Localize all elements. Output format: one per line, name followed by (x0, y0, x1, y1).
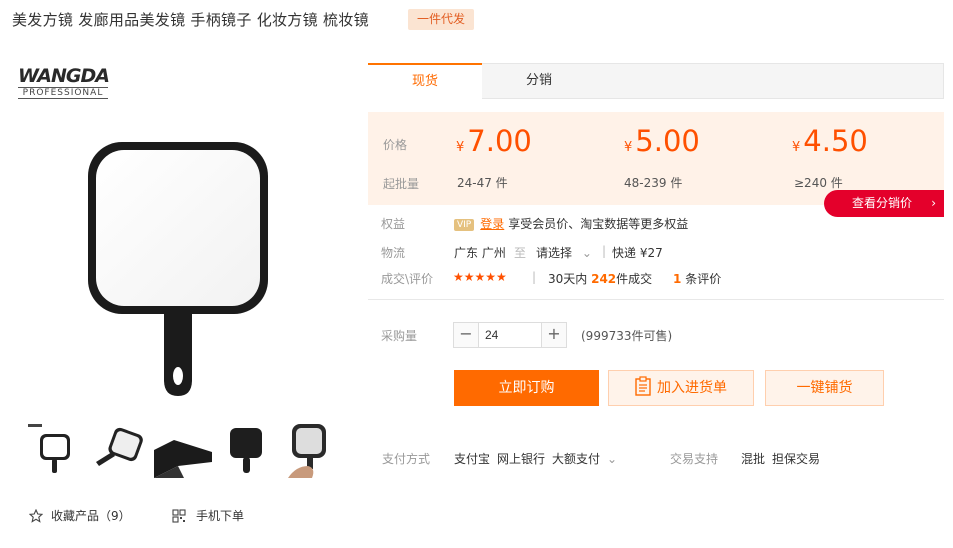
quantity-stepper: − + (453, 322, 567, 348)
destination-value: 请选择 (536, 246, 573, 260)
deals-count: 30天内 242件成交 (548, 270, 652, 287)
destination-select[interactable]: 请选择 ⌄ (536, 244, 592, 261)
view-distribution-price-label: 查看分销价 (852, 196, 913, 210)
main-product-image (80, 130, 280, 410)
add-to-cart-button[interactable]: 加入进货单 (608, 370, 754, 406)
order-now-button[interactable]: 立即订购 (454, 370, 599, 406)
rating-stars-icon: ★★★★★ (453, 270, 507, 284)
offer-tabs: 现货 分销 (368, 63, 944, 99)
logistics-label: 物流 (381, 246, 406, 260)
trade-support-items: 混批 担保交易 (741, 450, 827, 467)
thumbnail-strip (26, 422, 340, 480)
one-click-list-button[interactable]: 一键铺货 (765, 370, 884, 406)
price-tier-2: ¥5.00 (624, 124, 700, 158)
qty-tier-3: ≥240 件 (794, 176, 843, 190)
deals-prefix: 30天内 (548, 272, 588, 286)
mobile-order-label: 手机下单 (196, 509, 245, 523)
thumbnail-4[interactable] (218, 422, 276, 478)
deals-number: 242 (591, 272, 617, 286)
login-link[interactable]: 登录 (480, 217, 504, 231)
chevron-right-icon: › (931, 196, 936, 210)
thumbnail-2[interactable] (90, 422, 148, 478)
deals-suffix: 件成交 (616, 272, 653, 286)
qty-tier-1: 24-47 件 (457, 176, 508, 190)
favorite-label: 收藏产品（9） (51, 509, 131, 523)
moq-label: 起批量 (383, 177, 420, 191)
price-tier-1: ¥7.00 (456, 124, 532, 158)
currency-symbol: ¥ (624, 140, 633, 155)
vip-badge: VIP (454, 219, 475, 231)
order-now-label: 立即订购 (498, 380, 555, 396)
trade-support-label: 交易支持 (670, 452, 719, 466)
trade-item-mixed: 混批 (741, 452, 766, 466)
express-fee: 快递 ¥27 (612, 246, 663, 260)
payment-methods: 支付宝 网上银行 大额支付 ⌄ (454, 450, 624, 467)
add-to-cart-label: 加入进货单 (657, 380, 727, 396)
price-value: 4.50 (803, 124, 868, 158)
review-number: 1 (673, 272, 682, 286)
tab-distribution[interactable]: 分销 (482, 64, 596, 100)
mobile-order-button[interactable]: 手机下单 (172, 507, 244, 524)
price-label: 价格 (383, 138, 408, 152)
thumbnail-3[interactable] (154, 422, 212, 478)
star-outline-icon (29, 508, 43, 523)
qr-code-icon (172, 508, 186, 523)
dropship-tag[interactable]: 一件代发 (408, 9, 475, 30)
brand-logo: WANGDA PROFESSIONAL (18, 66, 114, 100)
logistics-divider: | (602, 244, 607, 258)
favorite-product-button[interactable]: 收藏产品（9） (29, 507, 131, 524)
available-stock: (999733件可售) (581, 329, 673, 343)
brand-logo-main: WANGDA (18, 65, 110, 87)
trade-item-guarantee: 担保交易 (772, 452, 821, 466)
quantity-input[interactable] (478, 323, 542, 347)
benefits-row: VIP 登录 享受会员价、淘宝数据等更多权益 (454, 215, 688, 232)
price-value: 5.00 (635, 124, 700, 158)
currency-symbol: ¥ (792, 140, 801, 155)
payment-method-alipay: 支付宝 (454, 452, 491, 466)
decrement-button[interactable]: − (454, 323, 478, 347)
one-click-list-label: 一键铺货 (796, 380, 853, 396)
divider (368, 299, 944, 300)
currency-symbol: ¥ (456, 140, 465, 155)
thumbnail-5[interactable] (282, 422, 340, 478)
payment-label: 支付方式 (382, 452, 431, 466)
tab-in-stock[interactable]: 现货 (368, 63, 482, 99)
qty-tier-2: 48-239 件 (624, 176, 683, 190)
logistics-origin: 广东 广州 (454, 246, 506, 260)
review-link[interactable]: 1 条评价 (673, 270, 721, 287)
deals-label: 成交\评价 (381, 272, 434, 286)
payment-method-online-bank: 网上银行 (497, 452, 546, 466)
thumbnail-1[interactable] (26, 422, 84, 478)
brand-logo-sub: PROFESSIONAL (18, 87, 108, 99)
review-suffix: 条评价 (685, 272, 722, 286)
purchase-qty-label: 采购量 (381, 329, 418, 343)
view-distribution-price-button[interactable]: 查看分销价 › (824, 190, 944, 217)
increment-button[interactable]: + (542, 323, 566, 347)
deals-divider: | (532, 270, 537, 284)
benefits-text: 享受会员价、淘宝数据等更多权益 (508, 217, 689, 231)
price-tier-3: ¥4.50 (792, 124, 868, 158)
price-value: 7.00 (467, 124, 532, 158)
chevron-down-icon: ⌄ (581, 246, 592, 260)
logistics-to: 至 (514, 246, 527, 260)
product-title: 美发方镜 发廊用品美发镜 手柄镜子 化妆方镜 梳妆镜 (12, 11, 369, 29)
clipboard-icon (635, 376, 651, 396)
chevron-down-icon[interactable]: ⌄ (607, 452, 617, 466)
payment-method-large[interactable]: 大额支付 (552, 452, 600, 466)
benefits-label: 权益 (381, 217, 406, 231)
